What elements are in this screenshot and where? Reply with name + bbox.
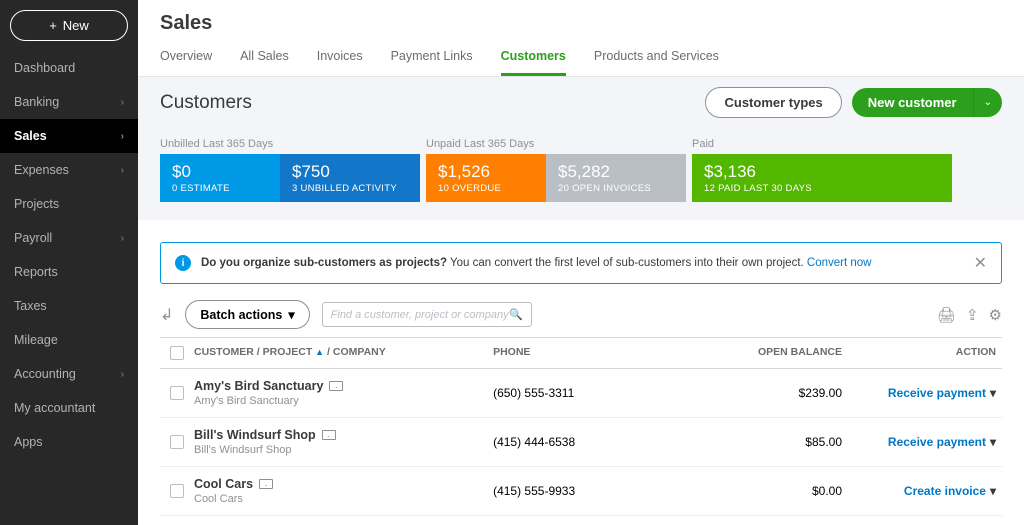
tab-customers[interactable]: Customers — [501, 41, 566, 76]
sort-asc-icon: ▲ — [315, 347, 324, 357]
subheader: Customers Customer types New customer ⌄ … — [138, 77, 1024, 220]
import-arrow-icon[interactable]: ↲ — [160, 305, 173, 325]
sidebar-item-apps[interactable]: Apps — [0, 425, 138, 459]
sidebar-item-dashboard[interactable]: Dashboard — [0, 51, 138, 85]
caret-down-icon: ▾ — [990, 435, 996, 449]
summary-card[interactable]: $5,28220 OPEN INVOICES — [546, 154, 686, 202]
sidebar-item-expenses[interactable]: Expenses› — [0, 153, 138, 187]
caret-down-icon: ▾ — [288, 307, 294, 322]
sidebar-item-taxes[interactable]: Taxes — [0, 289, 138, 323]
table-row: Amy's Bird Sanctuary Amy's Bird Sanctuar… — [160, 369, 1002, 418]
sidebar: + New DashboardBanking›Sales›Expenses›Pr… — [0, 0, 138, 525]
export-icon[interactable]: ⇪ — [966, 306, 979, 324]
table-row: Bill's Windsurf Shop Bill's Windsurf Sho… — [160, 418, 1002, 467]
new-customer-dropdown[interactable]: ⌄ — [973, 88, 1002, 117]
tabs-bar: Overview All Sales Invoices Payment Links Cu… — [138, 41, 1024, 77]
header-customer[interactable]: CUSTOMER / PROJECT ▲ / COMPANY — [194, 346, 493, 360]
phone-cell: (650) 555-3311 — [493, 386, 692, 400]
mail-icon[interactable] — [322, 430, 336, 440]
sidebar-item-mileage[interactable]: Mileage — [0, 323, 138, 357]
search-box[interactable]: 🔍 — [322, 302, 532, 327]
tab-overview[interactable]: Overview — [160, 41, 212, 76]
caret-down-icon: ▾ — [990, 484, 996, 498]
header-balance[interactable]: OPEN BALANCE — [692, 346, 862, 360]
summary-label-unbilled: Unbilled Last 365 Days — [160, 138, 420, 150]
chevron-right-icon: › — [121, 131, 124, 142]
sidebar-item-payroll[interactable]: Payroll› — [0, 221, 138, 255]
toolbar: ↲ Batch actions▾ 🔍 🖨 ⇪ ⚙ — [138, 284, 1024, 337]
balance-cell: $85.00 — [692, 435, 862, 449]
new-button[interactable]: + New — [10, 10, 128, 41]
mail-icon[interactable] — [259, 479, 273, 489]
sidebar-item-accounting[interactable]: Accounting› — [0, 357, 138, 391]
customer-name[interactable]: Bill's Windsurf Shop — [194, 428, 493, 442]
info-banner: i Do you organize sub-customers as proje… — [160, 242, 1002, 284]
customers-table: CUSTOMER / PROJECT ▲ / COMPANY PHONE OPE… — [160, 337, 1002, 525]
info-icon: i — [175, 255, 191, 271]
new-customer-button[interactable]: New customer — [852, 88, 973, 117]
company-name: Cool Cars — [194, 493, 493, 505]
customer-name[interactable]: Amy's Bird Sanctuary — [194, 379, 493, 393]
row-action-link[interactable]: Create invoice ▾ — [904, 484, 996, 498]
tab-all-sales[interactable]: All Sales — [240, 41, 289, 76]
banner-text: Do you organize sub-customers as project… — [201, 257, 871, 269]
chevron-right-icon: › — [121, 165, 124, 176]
summary-card[interactable]: $3,13612 PAID LAST 30 DAYS — [692, 154, 952, 202]
sidebar-item-sales[interactable]: Sales› — [0, 119, 138, 153]
search-icon: 🔍 — [509, 308, 523, 321]
page-title: Sales — [138, 0, 1024, 41]
row-action-link[interactable]: Receive payment ▾ — [888, 435, 996, 449]
batch-actions-button[interactable]: Batch actions▾ — [185, 300, 309, 329]
tab-invoices[interactable]: Invoices — [317, 41, 363, 76]
summary-card[interactable]: $7503 UNBILLED ACTIVITY — [280, 154, 420, 202]
sidebar-item-banking[interactable]: Banking› — [0, 85, 138, 119]
row-action-link[interactable]: Receive payment ▾ — [888, 386, 996, 400]
main-content: Sales Overview All Sales Invoices Payment L… — [138, 0, 1024, 525]
table-header: CUSTOMER / PROJECT ▲ / COMPANY PHONE OPE… — [160, 337, 1002, 369]
chevron-right-icon: › — [121, 233, 124, 244]
convert-now-link[interactable]: Convert now — [807, 257, 872, 269]
caret-down-icon: ▾ — [990, 386, 996, 400]
summary-card[interactable]: $00 ESTIMATE — [160, 154, 280, 202]
close-icon[interactable]: ✕ — [974, 253, 987, 273]
table-row: Diego Rodriguez (650) 555-4477$0.00Creat… — [160, 516, 1002, 525]
header-action: ACTION — [862, 346, 1002, 360]
mail-icon[interactable] — [329, 381, 343, 391]
sidebar-item-projects[interactable]: Projects — [0, 187, 138, 221]
summary-label-unpaid: Unpaid Last 365 Days — [426, 138, 692, 150]
balance-cell: $239.00 — [692, 386, 862, 400]
customer-name[interactable]: Cool Cars — [194, 477, 493, 491]
select-all-checkbox[interactable] — [170, 346, 184, 360]
phone-cell: (415) 444-6538 — [493, 435, 692, 449]
search-input[interactable] — [331, 309, 509, 321]
row-checkbox[interactable] — [170, 386, 184, 400]
phone-cell: (415) 555-9933 — [493, 484, 692, 498]
summary-card[interactable]: $1,52610 OVERDUE — [426, 154, 546, 202]
sidebar-item-reports[interactable]: Reports — [0, 255, 138, 289]
header-phone[interactable]: PHONE — [493, 346, 692, 360]
balance-cell: $0.00 — [692, 484, 862, 498]
company-name: Amy's Bird Sanctuary — [194, 395, 493, 407]
tab-products-and-services[interactable]: Products and Services — [594, 41, 719, 76]
chevron-right-icon: › — [121, 97, 124, 108]
gear-icon[interactable]: ⚙ — [989, 306, 1002, 324]
row-checkbox[interactable] — [170, 435, 184, 449]
print-icon[interactable]: 🖨 — [937, 306, 956, 324]
tab-payment-links[interactable]: Payment Links — [391, 41, 473, 76]
plus-icon: + — [49, 18, 57, 33]
customer-types-button[interactable]: Customer types — [705, 87, 841, 118]
row-checkbox[interactable] — [170, 484, 184, 498]
new-button-label: New — [63, 18, 89, 33]
table-row: Cool Cars Cool Cars(415) 555-9933$0.00 Cr… — [160, 467, 1002, 516]
chevron-right-icon: › — [121, 369, 124, 380]
summary-label-paid: Paid — [692, 138, 952, 150]
company-name: Bill's Windsurf Shop — [194, 444, 493, 456]
section-title: Customers — [160, 92, 252, 114]
sidebar-item-my-accountant[interactable]: My accountant — [0, 391, 138, 425]
